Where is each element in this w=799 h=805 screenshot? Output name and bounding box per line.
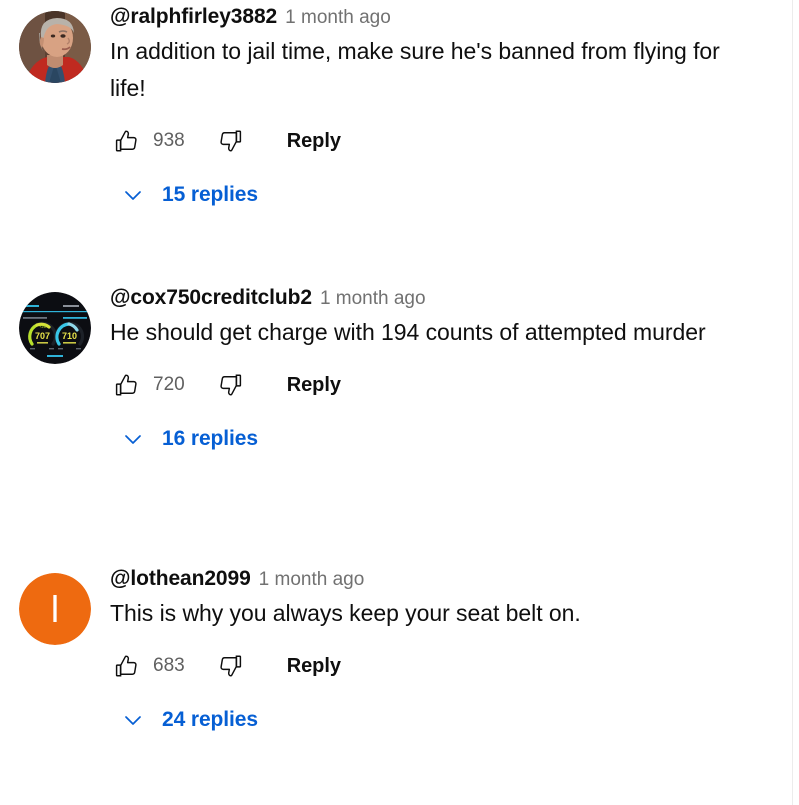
comment-meta: @ralphfirley3882 1 month ago <box>110 6 730 27</box>
avatar-slot: 707 +20 710 <box>0 287 110 364</box>
thumbs-down-icon <box>220 374 241 396</box>
comment-actions: 938 Reply <box>110 124 730 158</box>
comment-author[interactable]: @lothean2099 <box>110 568 251 589</box>
comment-actions: 683 Reply <box>110 649 730 683</box>
avatar-graphic-credit-score-dashboard: 707 +20 710 <box>19 292 91 364</box>
view-replies-button[interactable]: 15 replies <box>116 178 258 212</box>
like-button[interactable] <box>110 649 144 683</box>
thumbs-up-icon <box>115 374 137 396</box>
reply-button[interactable]: Reply <box>285 370 343 401</box>
avatar-initial: l <box>19 573 91 645</box>
thumbs-up-icon <box>115 655 137 677</box>
svg-text:+20: +20 <box>39 324 47 329</box>
replies-count-label: 15 replies <box>162 183 258 206</box>
like-button[interactable] <box>110 124 144 158</box>
avatar[interactable]: 707 +20 710 <box>19 292 91 364</box>
comment-text: He should get charge with 194 counts of … <box>110 319 706 345</box>
comment-author[interactable]: @cox750creditclub2 <box>110 287 312 308</box>
avatar-slot: l <box>0 568 110 645</box>
thumbs-down-icon <box>220 655 241 677</box>
thumbs-up-icon <box>115 130 137 152</box>
comment-author[interactable]: @ralphfirley3882 <box>110 6 277 27</box>
reply-button[interactable]: Reply <box>285 126 343 157</box>
comment-body: @ralphfirley3882 1 month ago In addition… <box>110 6 770 212</box>
like-count: 720 <box>153 374 185 395</box>
comment-text: This is why you always keep your seat be… <box>110 600 581 626</box>
chevron-down-icon <box>116 422 150 456</box>
like-button[interactable] <box>110 368 144 402</box>
replies-count-label: 16 replies <box>162 427 258 450</box>
comment-timestamp[interactable]: 1 month ago <box>320 289 426 308</box>
svg-text:707: 707 <box>35 331 50 341</box>
dislike-button[interactable] <box>213 649 247 683</box>
comment-row: l @lothean2099 1 month ago This is why y… <box>0 568 770 737</box>
comment-thread: @ralphfirley3882 1 month ago In addition… <box>0 6 770 212</box>
like-count: 938 <box>153 130 185 151</box>
chevron-down-icon <box>116 178 150 212</box>
comment-body: @cox750creditclub2 1 month ago He should… <box>110 287 770 456</box>
view-replies-button[interactable]: 24 replies <box>116 703 258 737</box>
avatar-slot <box>0 6 110 83</box>
replies-count-label: 24 replies <box>162 708 258 731</box>
avatar-photo-man-red-jacket <box>19 11 91 83</box>
dislike-button[interactable] <box>213 124 247 158</box>
like-count: 683 <box>153 655 185 676</box>
reply-button[interactable]: Reply <box>285 651 343 682</box>
svg-text:710: 710 <box>62 331 77 341</box>
comments-section: @ralphfirley3882 1 month ago In addition… <box>0 0 799 805</box>
comment-timestamp[interactable]: 1 month ago <box>285 8 391 27</box>
comment-thread: l @lothean2099 1 month ago This is why y… <box>0 568 770 737</box>
avatar[interactable] <box>19 11 91 83</box>
avatar[interactable]: l <box>19 573 91 645</box>
comment-body: @lothean2099 1 month ago This is why you… <box>110 568 770 737</box>
thumbs-down-icon <box>220 130 241 152</box>
comment-meta: @cox750creditclub2 1 month ago <box>110 287 730 308</box>
comment-text: In addition to jail time, make sure he's… <box>110 38 720 101</box>
view-replies-button[interactable]: 16 replies <box>116 422 258 456</box>
comment-row: 707 +20 710 @cox750creditclub2 1 month a… <box>0 287 770 456</box>
dislike-button[interactable] <box>213 368 247 402</box>
chevron-down-icon <box>116 703 150 737</box>
comment-meta: @lothean2099 1 month ago <box>110 568 730 589</box>
page-edge-divider <box>792 0 793 805</box>
comment-actions: 720 Reply <box>110 368 730 402</box>
comment-row: @ralphfirley3882 1 month ago In addition… <box>0 6 770 212</box>
comment-timestamp[interactable]: 1 month ago <box>259 570 365 589</box>
comment-thread: 707 +20 710 @cox750creditclub2 1 month a… <box>0 287 770 456</box>
